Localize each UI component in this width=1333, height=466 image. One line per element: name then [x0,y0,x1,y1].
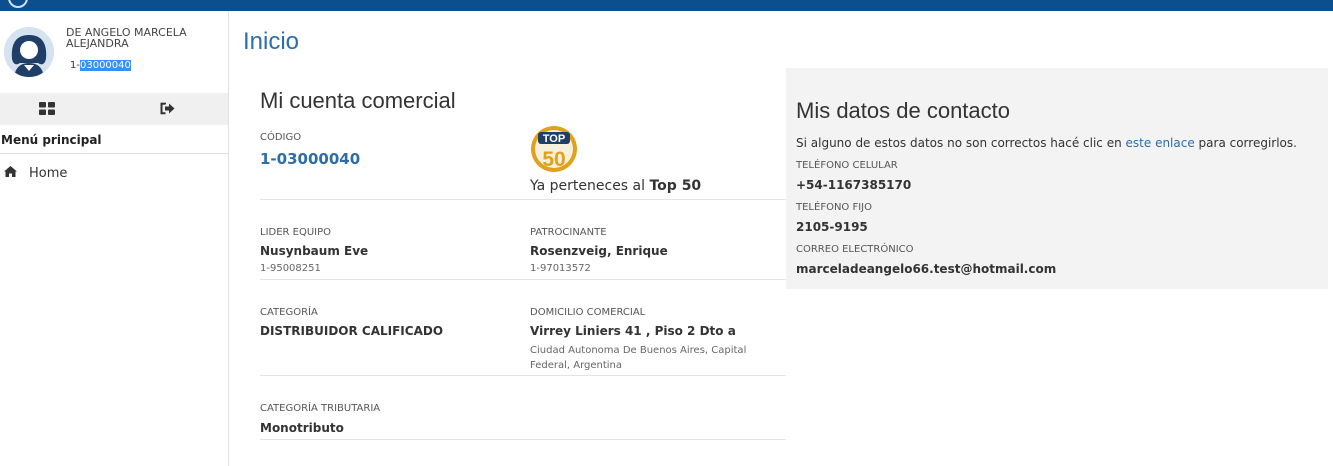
top50-badge-num-text: 50 [542,148,565,171]
mobile-label: TELÉFONO CELULAR [796,160,898,171]
sidebar-item-home[interactable]: Home [0,164,228,184]
edit-contact-link[interactable]: este enlace [1126,136,1195,150]
contact-description: Si alguno de estos datos no son correcto… [796,136,1297,150]
leader-code: 1-95008251 [260,263,321,274]
dashboard-icon[interactable] [39,102,55,119]
tax-category-label: CATEGORÍA TRIBUTARIA [260,403,381,414]
sidebar-actions [0,93,228,125]
divider [260,439,786,440]
user-code-selected: 03000040 [79,60,131,71]
leader-label: LIDER EQUIPO [260,227,332,238]
divider [260,199,786,200]
address-line2: Ciudad Autonoma De Buenos Aires, Capital [530,345,747,356]
user-code: 1-03000040 [70,60,131,71]
top50-badge-icon: TOP 50 [530,125,578,175]
phone-label: TELÉFONO FIJO [796,202,872,213]
sponsor-name: Rosenzveig, Enrique [530,244,668,258]
sponsor-code: 1-97013572 [530,263,591,274]
top-header-bar [0,0,1333,11]
sponsor-label: PATROCINANTE [530,227,607,238]
account-card-title: Mi cuenta comercial [260,88,456,113]
page-title: Inicio [243,28,300,55]
header-logo-icon[interactable] [8,0,28,8]
avatar [4,27,54,77]
sidebar: DE ANGELO MARCELA ALEJANDRA 1-03000040 M… [0,11,229,466]
account-card: Mi cuenta comercial CÓDIGO 1-03000040 TO… [243,68,786,448]
address-label: DOMICILIO COMERCIAL [530,307,646,318]
address-line3: Federal, Argentina [530,360,623,371]
divider [260,375,786,376]
top50-status: Ya perteneces al Top 50 [530,178,701,194]
phone-value: 2105-9195 [796,220,868,234]
top50-badge-top-text: TOP [543,133,565,145]
home-icon [4,166,17,180]
category-label: CATEGORÍA [260,307,318,318]
sidebar-item-label: Home [29,166,68,181]
logout-icon[interactable] [160,102,175,119]
tax-category-value: Monotributo [260,421,344,435]
code-label: CÓDIGO [260,132,302,143]
email-value: marceladeangelo66.test@hotmail.com [796,262,1057,276]
main-menu-title: Menú principal [0,125,228,154]
contact-desc-before: Si alguno de estos datos no son correcto… [796,136,1126,150]
user-name: DE ANGELO MARCELA ALEJANDRA [66,26,187,50]
code-value: 1-03000040 [260,150,361,168]
contact-panel: Mis datos de contacto Si alguno de estos… [786,68,1328,289]
category-value: DISTRIBUIDOR CALIFICADO [260,324,444,338]
contact-title: Mis datos de contacto [796,98,1011,123]
mobile-value: +54-1167385170 [796,178,912,192]
top50-bold: Top 50 [649,178,702,194]
top50-prefix: Ya perteneces al [530,178,650,194]
email-label: CORREO ELECTRÓNICO [796,244,914,255]
contact-desc-after: para corregirlos. [1194,136,1297,150]
divider [260,279,786,280]
user-code-prefix: 1- [70,60,80,71]
address-line1: Virrey Liniers 41 , Piso 2 Dto a [530,324,736,338]
leader-name: Nusynbaum Eve [260,244,369,258]
